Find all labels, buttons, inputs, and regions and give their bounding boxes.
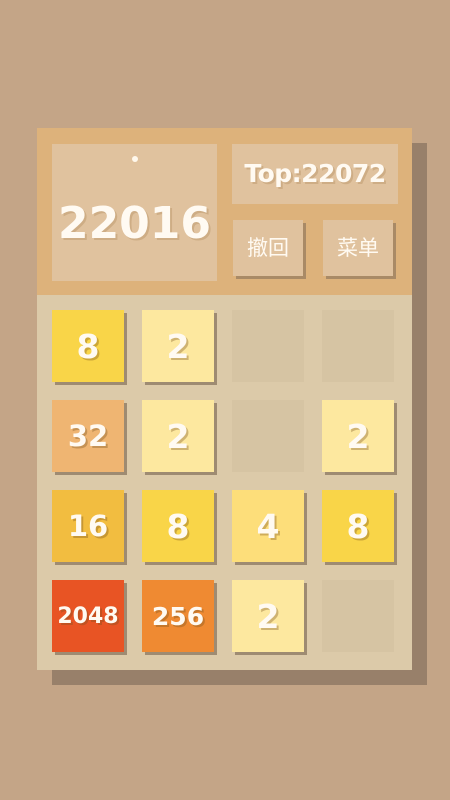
tile-2: 2 <box>322 400 394 472</box>
score-panel: 22016 <box>52 144 217 281</box>
grid-cell <box>322 580 394 652</box>
top-score: Top:22072 <box>244 159 386 188</box>
grid-cell <box>232 400 304 472</box>
score-indicator-dot <box>132 156 138 162</box>
grid-cell <box>232 310 304 382</box>
grid-cell <box>322 310 394 382</box>
tile-2: 2 <box>142 310 214 382</box>
menu-button[interactable]: 菜单 <box>323 220 393 276</box>
tile-grid[interactable]: 8 2 32 2 2 16 8 4 8 2048 256 2 <box>37 295 412 670</box>
undo-button[interactable]: 撤回 <box>233 220 303 276</box>
game-board: 22016 Top:22072 撤回 菜单 8 2 32 2 2 16 8 4 8 2048 256… <box>37 128 412 670</box>
header: 22016 Top:22072 撤回 菜单 <box>37 128 412 295</box>
tile-16: 16 <box>52 490 124 562</box>
tile-8: 8 <box>52 310 124 382</box>
tile-32: 32 <box>52 400 124 472</box>
tile-8: 8 <box>322 490 394 562</box>
tile-256: 256 <box>142 580 214 652</box>
tile-4: 4 <box>232 490 304 562</box>
tile-2048: 2048 <box>52 580 124 652</box>
tile-8: 8 <box>142 490 214 562</box>
tile-2: 2 <box>142 400 214 472</box>
current-score: 22016 <box>57 198 212 249</box>
top-score-panel: Top:22072 <box>232 144 398 204</box>
tile-2: 2 <box>232 580 304 652</box>
